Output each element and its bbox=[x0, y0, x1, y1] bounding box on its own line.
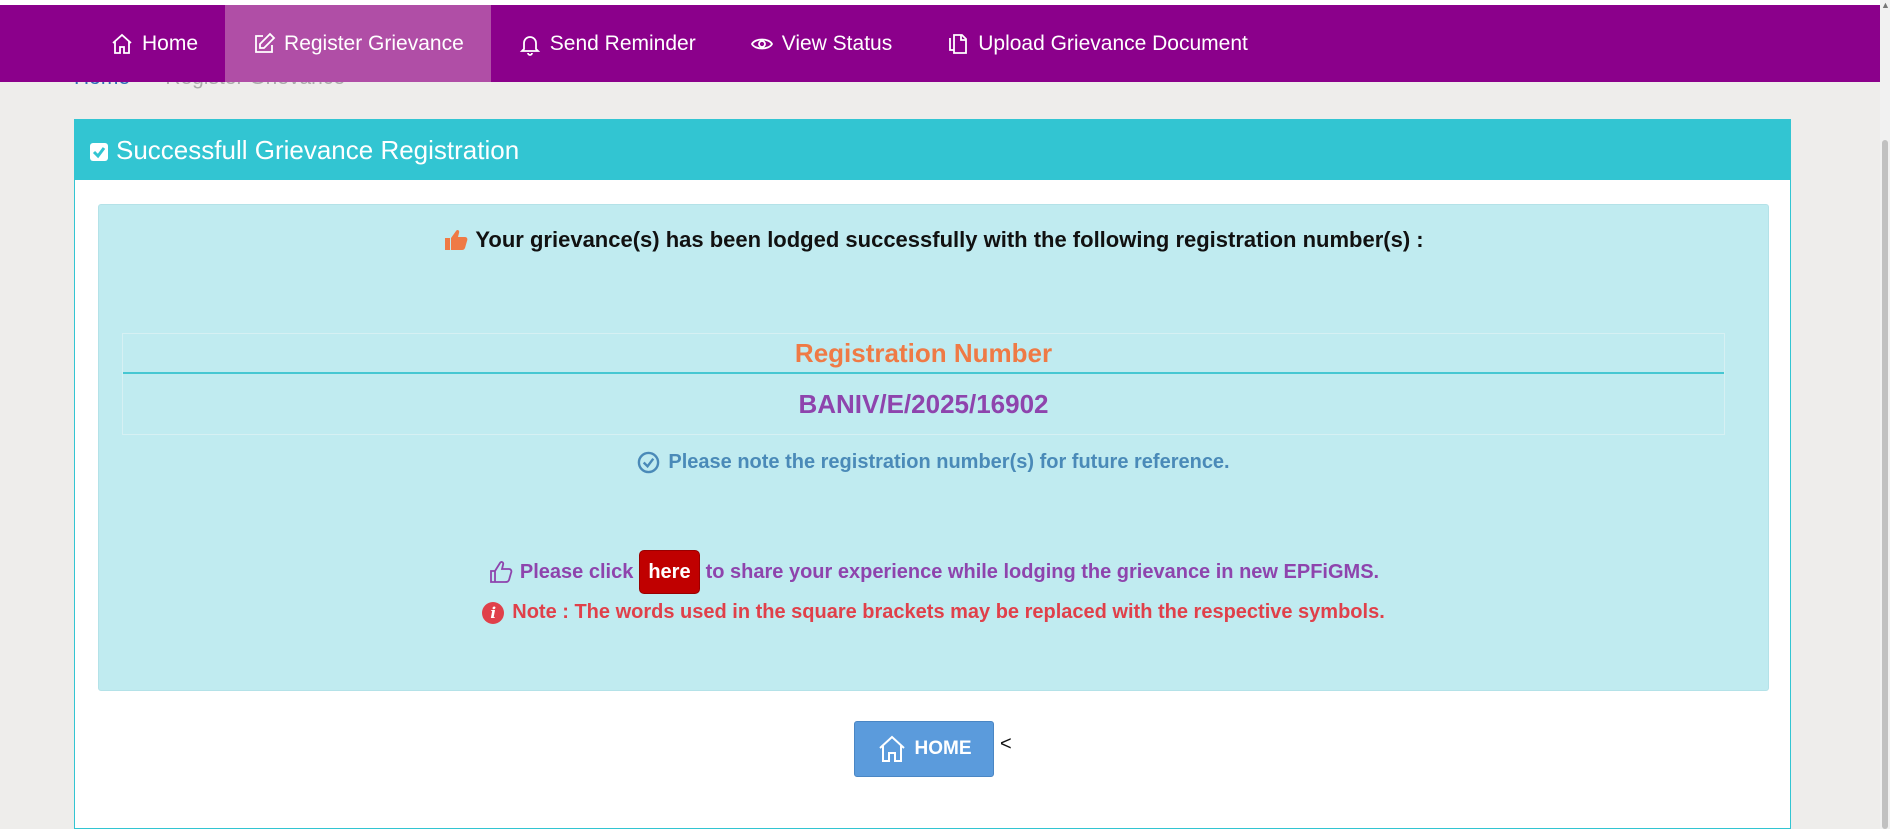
feedback-line: Please click here to share your experien… bbox=[99, 550, 1768, 594]
top-navbar: Home Register Grievance Send Reminder Vi… bbox=[0, 5, 1880, 82]
info-icon: i bbox=[482, 601, 505, 624]
bell-icon bbox=[519, 35, 540, 56]
registration-table: Registration Number BANIV/E/2025/16902 bbox=[122, 333, 1725, 435]
nav-register-grievance[interactable]: Register Grievance bbox=[225, 5, 491, 82]
home-button[interactable]: HOME bbox=[854, 721, 994, 777]
lodged-message-text: Your grievance(s) has been lodged succes… bbox=[475, 227, 1424, 252]
nav-upload-document[interactable]: Upload Grievance Document bbox=[919, 5, 1275, 82]
reference-note-text: Please note the registration number(s) f… bbox=[668, 451, 1230, 473]
thumbs-up-icon bbox=[445, 229, 468, 250]
nav-send-reminder-label: Send Reminder bbox=[549, 31, 696, 55]
nav-view-status-label: View Status bbox=[781, 31, 893, 55]
thumbs-up-outline-icon bbox=[490, 561, 513, 583]
feedback-prefix: Please click bbox=[519, 560, 634, 583]
lodged-message: Your grievance(s) has been lodged succes… bbox=[99, 227, 1768, 253]
nav-view-status[interactable]: View Status bbox=[723, 5, 920, 82]
nav-send-reminder[interactable]: Send Reminder bbox=[491, 5, 723, 82]
vertical-scrollbar[interactable]: ▲ bbox=[1880, 0, 1890, 829]
nav-home[interactable]: Home bbox=[83, 5, 225, 82]
check-circle-icon bbox=[638, 451, 660, 474]
here-button[interactable]: here bbox=[639, 550, 700, 594]
success-alert: Your grievance(s) has been lodged succes… bbox=[98, 204, 1769, 691]
home-button-label: HOME bbox=[914, 738, 972, 759]
nav-home-label: Home bbox=[142, 31, 199, 55]
brackets-note-text: Note : The words used in the square brac… bbox=[512, 601, 1385, 623]
eye-icon bbox=[750, 38, 773, 49]
panel-heading: Successfull Grievance Registration bbox=[75, 120, 1790, 180]
reference-note: Please note the registration number(s) f… bbox=[99, 451, 1768, 474]
feedback-suffix: to share your experience while lodging t… bbox=[705, 560, 1380, 583]
document-icon bbox=[949, 33, 968, 54]
nav-upload-document-label: Upload Grievance Document bbox=[978, 31, 1248, 55]
home-icon bbox=[878, 735, 905, 762]
home-icon bbox=[112, 33, 132, 54]
edit-icon bbox=[255, 32, 276, 53]
stray-text: < bbox=[1000, 733, 1012, 755]
panel-title: Successfull Grievance Registration bbox=[116, 134, 520, 165]
success-panel: Successfull Grievance Registration Your … bbox=[74, 119, 1791, 829]
registration-number: BANIV/E/2025/16902 bbox=[798, 388, 1049, 419]
brackets-note: i Note : The words used in the square br… bbox=[99, 601, 1768, 624]
registration-table-header: Registration Number bbox=[123, 334, 1724, 374]
scrollbar-thumb[interactable] bbox=[1882, 140, 1888, 829]
nav-register-grievance-label: Register Grievance bbox=[284, 31, 464, 55]
scroll-up-icon[interactable]: ▲ bbox=[1881, 0, 1890, 10]
checkbox-icon bbox=[90, 142, 108, 161]
